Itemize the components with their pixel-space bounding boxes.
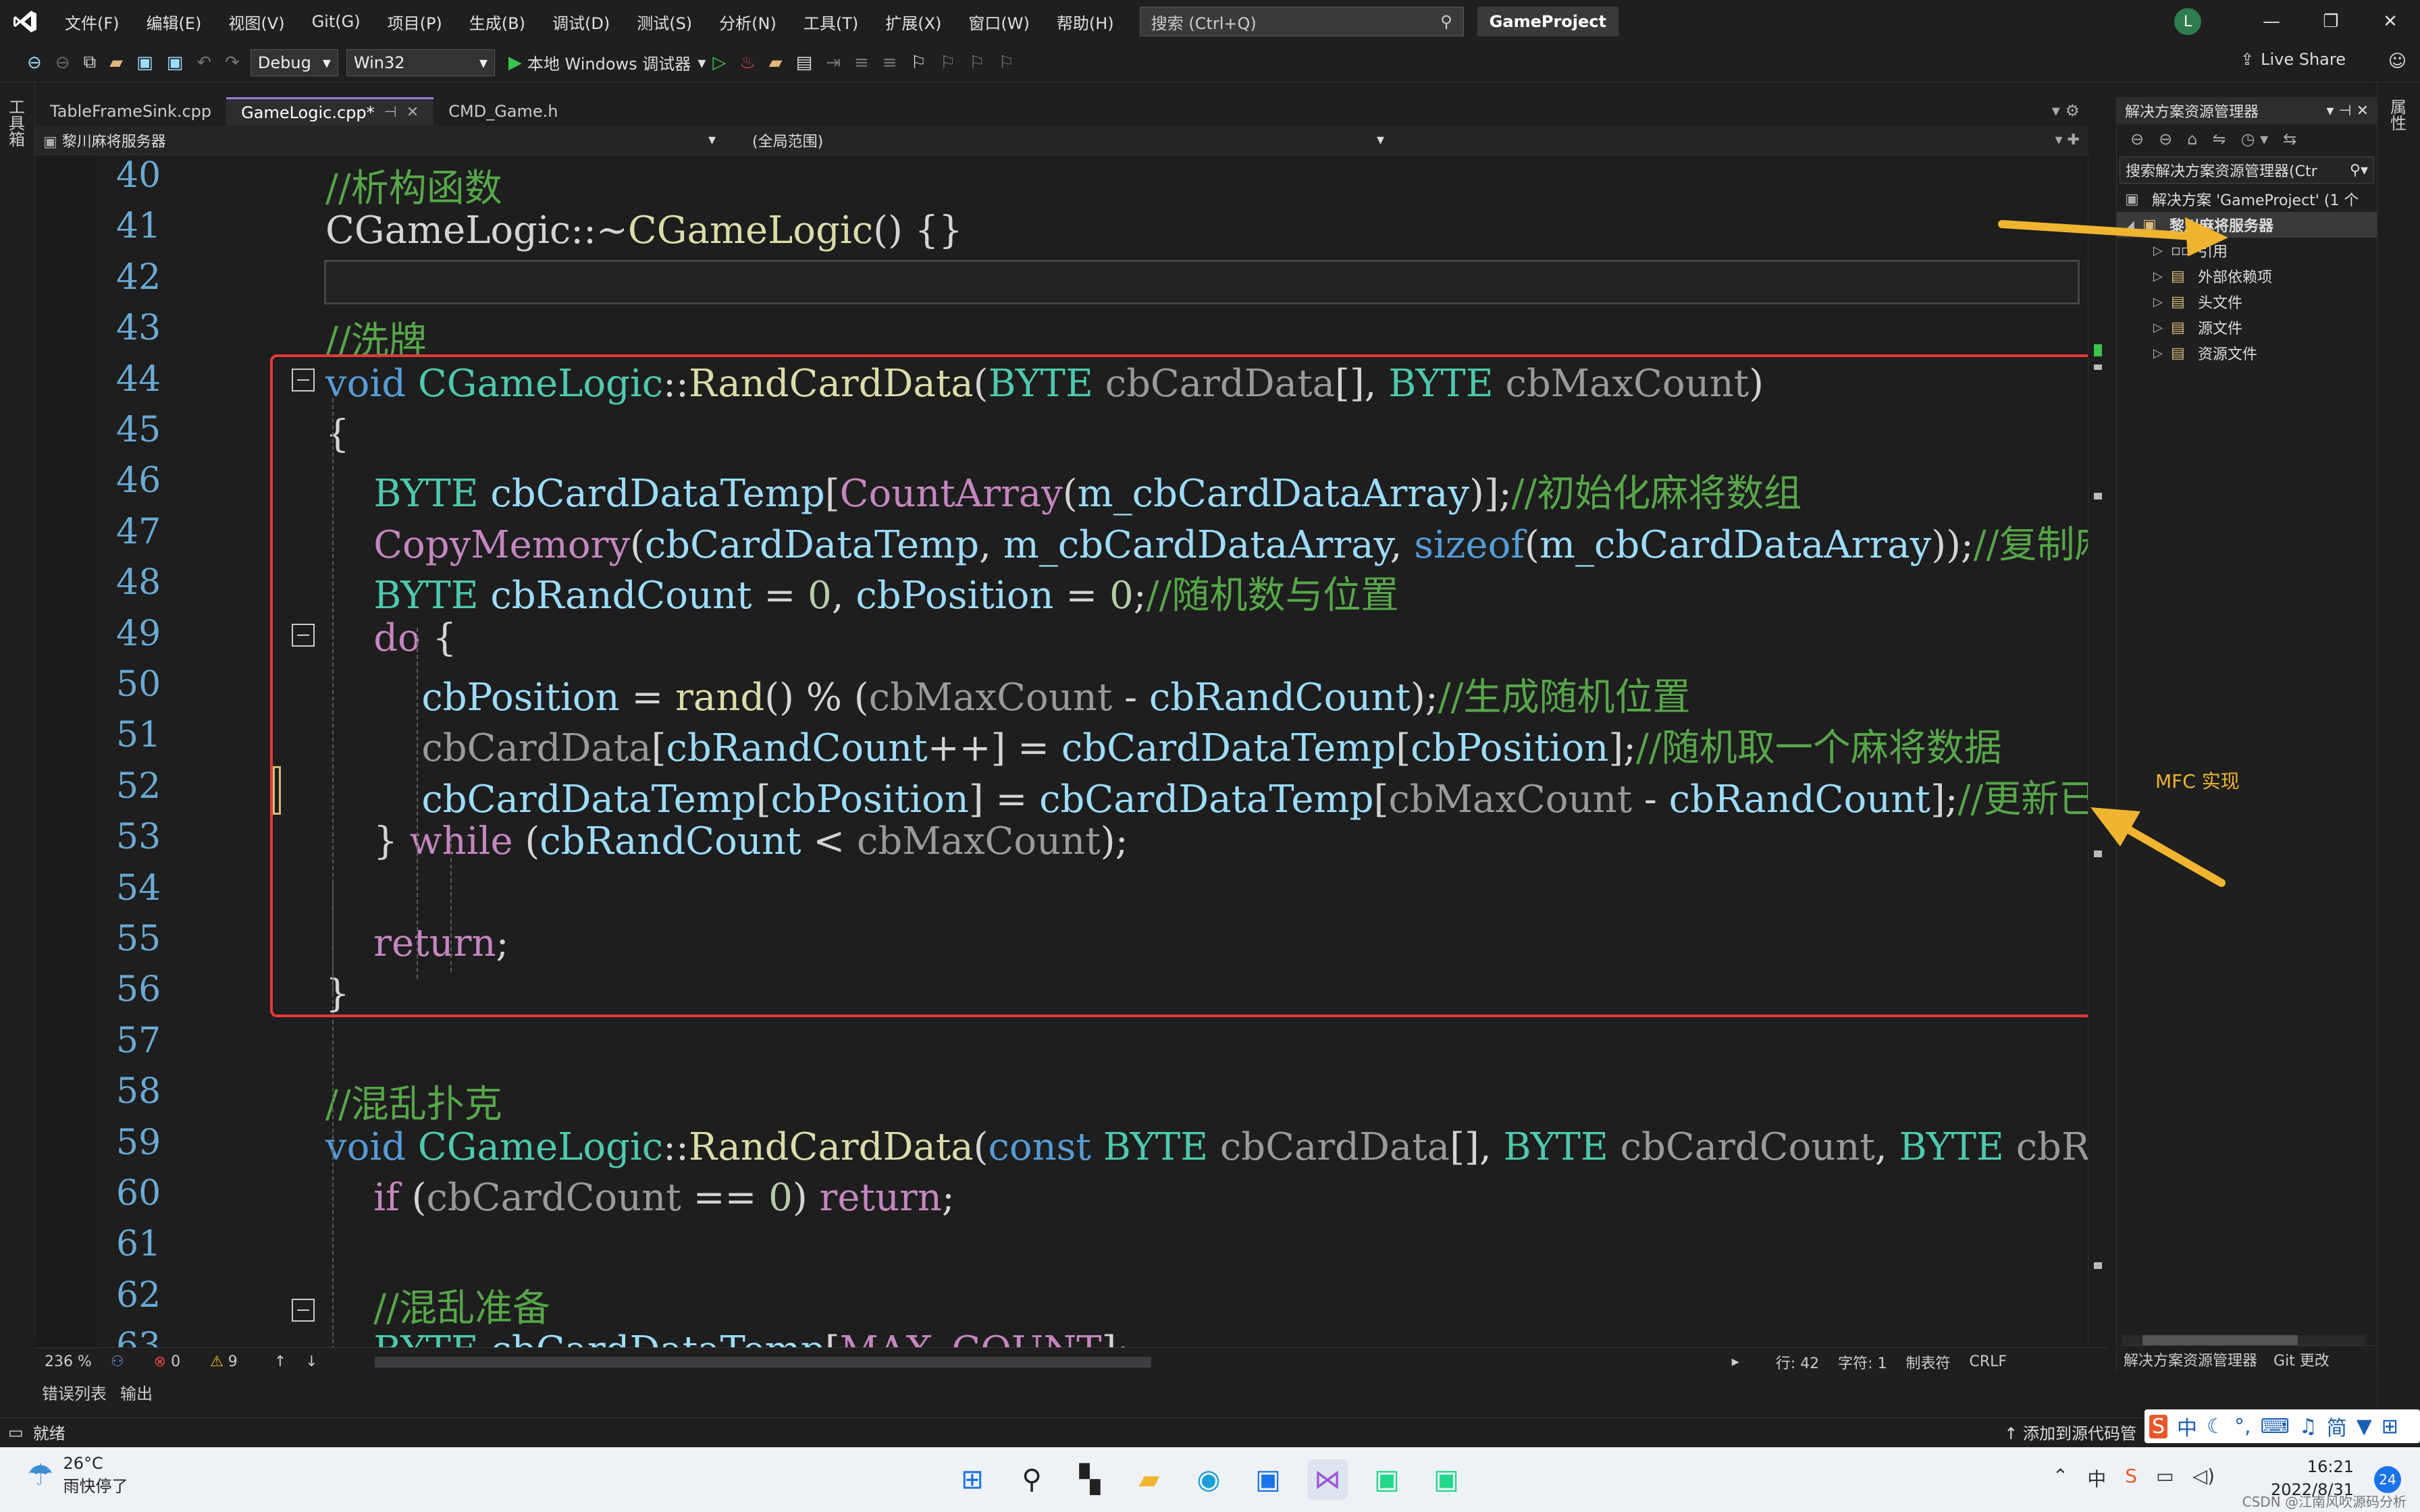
store-icon[interactable]: ▣ [1248, 1459, 1288, 1500]
rain-icon: ☂ [27, 1458, 54, 1492]
sogou-icon[interactable]: S [2149, 1414, 2168, 1438]
search-icon[interactable]: ⚲ [1011, 1459, 1052, 1500]
ime-mode[interactable]: 中 [2177, 1411, 2197, 1441]
ime-tray-icon[interactable]: 中 [2087, 1465, 2106, 1492]
annotation-label: MFC 实现 [2155, 770, 2240, 792]
mic-icon[interactable]: ♫ [2299, 1415, 2317, 1438]
shirt-icon[interactable]: ▼ [2357, 1415, 2372, 1438]
grid-icon[interactable]: ⊞ [2382, 1415, 2398, 1438]
punctuation-icon[interactable]: °, [2234, 1415, 2251, 1438]
system-tray: ⌃ 中 S ▭ ◁) [2043, 1465, 2224, 1492]
moon-icon[interactable]: ☾ [2207, 1415, 2225, 1438]
annotation-arrows [1998, 217, 2228, 887]
chevron-up-icon[interactable]: ⌃ [2053, 1465, 2068, 1492]
arrow-to-project [1998, 220, 2196, 240]
simplified-icon[interactable]: 简 [2327, 1411, 2347, 1441]
notification-badge[interactable]: 24 [2374, 1466, 2401, 1493]
taskbar: ☂ 26°C 雨快停了 ⊞ ⚲ ▚ ▰ ◉ ▣ ⋈ ▣ ▣ ⌃ 中 S ▭ ◁)… [0, 1447, 2420, 1512]
task-view-icon[interactable]: ▚ [1070, 1459, 1110, 1500]
visual-studio-icon[interactable]: ⋈ [1307, 1459, 1348, 1500]
start-icon[interactable]: ⊞ [952, 1459, 993, 1500]
clock-time: 16:21 [2307, 1457, 2354, 1476]
ime-toolbar: S 中 ☾ °, ⌨ ♫ 简 ▼ ⊞ [2145, 1409, 2420, 1443]
arrow-head [2185, 217, 2228, 256]
edge-icon[interactable]: ◉ [1188, 1459, 1229, 1500]
arrow-head [2090, 807, 2140, 846]
weather-condition: 雨快停了 [63, 1477, 128, 1496]
sogou-tray-icon[interactable]: S [2125, 1465, 2137, 1492]
arrow-to-code [2116, 821, 2226, 887]
file-explorer-icon[interactable]: ▰ [1129, 1459, 1169, 1500]
pycharm-icon[interactable]: ▣ [1367, 1459, 1407, 1500]
keyboard-icon[interactable]: ⌨ [2261, 1415, 2290, 1438]
network-icon[interactable]: ▭ [2156, 1465, 2174, 1492]
watermark: CSDN @江南风吹源码分析 [2242, 1494, 2406, 1510]
clion-icon[interactable]: ▣ [1426, 1459, 1467, 1500]
weather-widget[interactable]: ☂ 26°C 雨快停了 [27, 1454, 128, 1496]
weather-temp: 26°C [63, 1454, 103, 1473]
volume-icon[interactable]: ◁) [2193, 1465, 2215, 1492]
